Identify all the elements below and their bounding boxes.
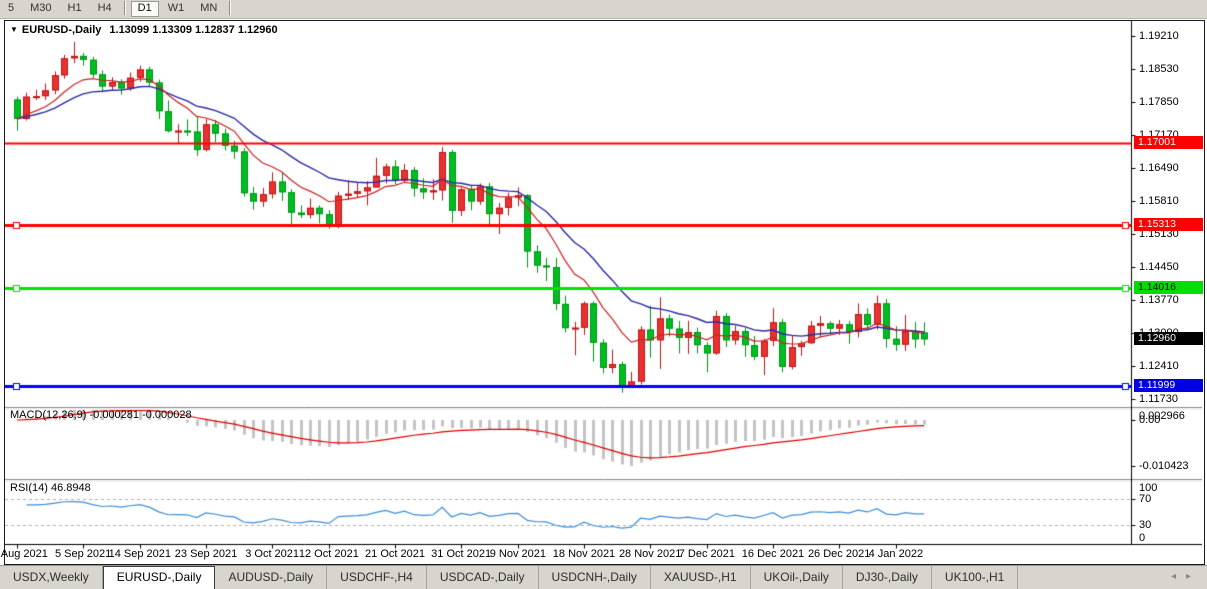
price-axis-tick: 1.14450: [1139, 261, 1179, 273]
timeframe-button-w1[interactable]: W1: [161, 1, 192, 15]
price-tag-hline[interactable]: 1.17001: [1134, 136, 1203, 150]
date-axis-label: 7 Dec 2021: [678, 548, 735, 560]
symbol-tab-usdcad-daily[interactable]: USDCAD-,Daily: [427, 566, 539, 589]
chart-canvas[interactable]: [5, 21, 1202, 562]
price-axis-tick: 1.12410: [1139, 360, 1179, 372]
price-axis-tick: 1.11730: [1139, 393, 1178, 405]
price-tag-hline[interactable]: 1.15313: [1134, 218, 1203, 232]
timeframe-button-mn[interactable]: MN: [193, 1, 224, 15]
chart-title: ▼ EURUSD-,Daily 1.13099 1.13309 1.12837 1.…: [10, 24, 278, 36]
rsi-axis-tick: 30: [1139, 518, 1152, 531]
symbol-tab-usdcnh-daily[interactable]: USDCNH-,Daily: [539, 566, 651, 589]
date-axis-label: 16 Dec 2021: [741, 548, 805, 560]
symbol-tab-eurusd-daily[interactable]: EURUSD-,Daily: [102, 566, 216, 589]
toolbar-separator: [229, 1, 232, 15]
price-axis-tick: 1.17850: [1139, 96, 1179, 108]
timeframe-toolbar: 5 M30 H1 H4 D1 W1 MN: [0, 0, 1207, 19]
date-axis-label: 18 Nov 2021: [552, 548, 616, 560]
date-axis-label: 23 Sep 2021: [174, 548, 238, 560]
rsi-axis-tick: 0: [1139, 532, 1146, 544]
symbol-tab-dj30-daily[interactable]: DJ30-,Daily: [843, 566, 932, 589]
rsi-axis-tick: 70: [1139, 492, 1152, 505]
rsi-indicator-label: RSI(14) 46.8948: [10, 482, 91, 494]
macd-axis-tick: 0.00: [1139, 414, 1161, 426]
trading-app: { "toolbar": { "items": [ {"type":"butto…: [0, 0, 1207, 589]
tab-scroll-left-icon[interactable]: ◂: [1171, 571, 1186, 582]
tab-scroll-right-icon[interactable]: ▸: [1186, 571, 1201, 582]
chart-window: ▼ EURUSD-,Daily 1.13099 1.13309 1.12837 1.…: [0, 20, 1205, 565]
date-axis-label: 26 Aug 2021: [0, 548, 48, 560]
symbol-tab-usdchf-h4[interactable]: USDCHF-,H4: [327, 566, 427, 589]
date-axis-label: 12 Oct 2021: [298, 548, 359, 560]
price-axis-tick: 1.19210: [1139, 30, 1179, 42]
price-axis-tick: 1.13770: [1139, 294, 1179, 306]
price-axis-tick: 1.15810: [1139, 195, 1179, 207]
collapse-triangle-icon[interactable]: ▼: [10, 25, 18, 34]
timeframe-button-5[interactable]: 5: [1, 1, 21, 15]
price-tag-hline[interactable]: 1.14016: [1134, 281, 1203, 295]
symbol-tab-xauusd-h1[interactable]: XAUUSD-,H1: [651, 566, 751, 589]
date-axis-label: 9 Nov 2021: [489, 548, 546, 560]
timeframe-button-d1[interactable]: D1: [130, 1, 159, 17]
symbol-tab-audusd-daily[interactable]: AUDUSD-,Daily: [215, 566, 328, 589]
symbol-tab-usdx-weekly[interactable]: USDX,Weekly: [0, 566, 103, 589]
price-tag-hline[interactable]: 1.11999: [1134, 378, 1203, 392]
date-axis-label: 21 Oct 2021: [365, 548, 425, 560]
macd-axis-tick: -0.010423: [1139, 459, 1189, 472]
macd-indicator-label: MACD(12,26,9) -0.000281 -0.000028: [10, 409, 192, 421]
price-axis-tick: 1.16490: [1139, 162, 1179, 174]
timeframe-button-h1[interactable]: H1: [61, 1, 89, 15]
price-axis-tick: 1.18530: [1139, 63, 1179, 75]
symbol-tab-bar: USDX,Weekly EURUSD-,Daily AUDUSD-,Daily USD…: [0, 565, 1207, 589]
timeframe-button-h4[interactable]: H4: [91, 1, 119, 15]
date-axis-label: 4 Jan 2022: [868, 548, 924, 560]
date-axis-label: 14 Sep 2021: [108, 548, 172, 560]
chart-symbol-label: EURUSD-,Daily: [21, 24, 102, 36]
timeframe-button-m30[interactable]: M30: [23, 1, 58, 15]
symbol-tab-uk100-h1[interactable]: UK100-,H1: [932, 566, 1019, 589]
tab-scroll-arrows: ◂▸: [1171, 571, 1201, 582]
price-tag-current: 1.12960: [1134, 332, 1203, 346]
symbol-tab-ukoil-daily[interactable]: UKOil-,Daily: [751, 566, 843, 589]
chart-ohlc-values: 1.13099 1.13309 1.12837 1.12960: [109, 24, 278, 36]
toolbar-separator: [123, 1, 126, 15]
